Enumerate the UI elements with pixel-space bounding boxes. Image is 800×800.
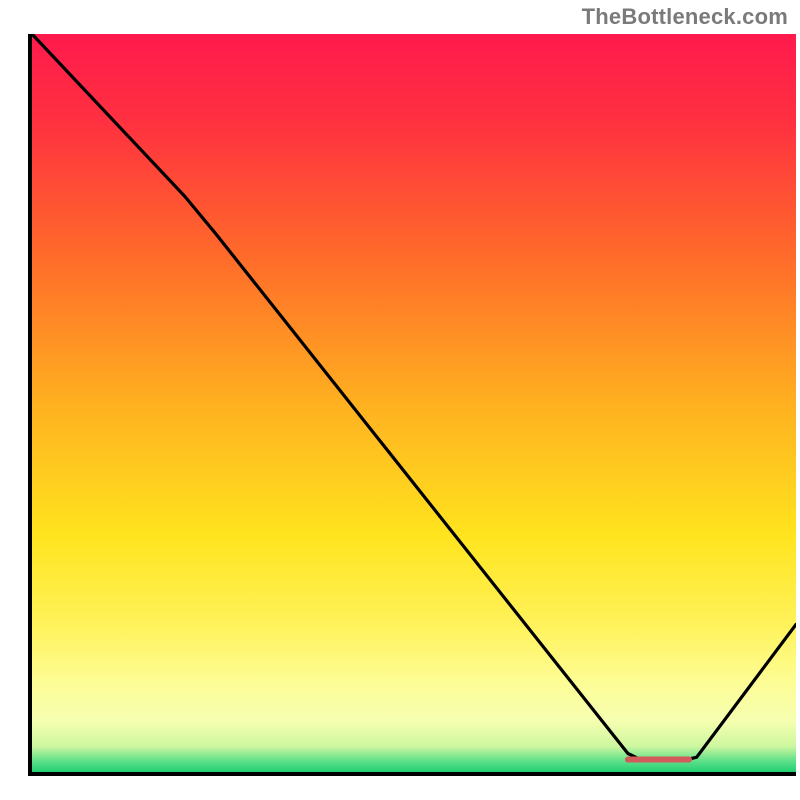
chart-svg [28, 34, 796, 776]
watermark-label: TheBottleneck.com [582, 4, 788, 30]
plot-background [32, 34, 796, 772]
chart-root: TheBottleneck.com [0, 0, 800, 800]
x-axis [28, 772, 796, 776]
y-axis [28, 34, 32, 776]
chart-axes [28, 34, 796, 776]
